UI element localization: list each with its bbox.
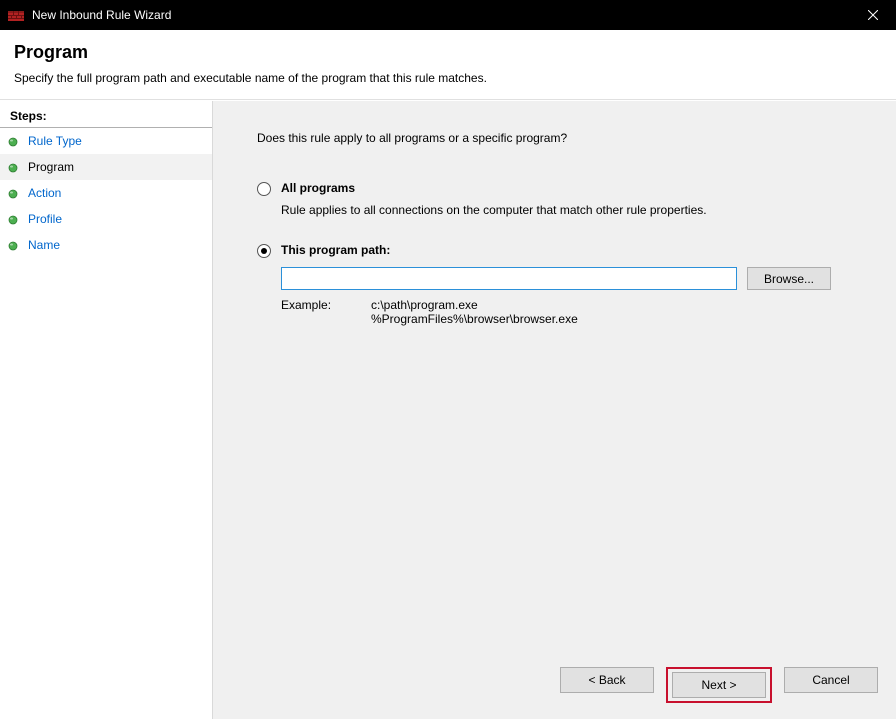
close-button[interactable] <box>850 0 896 30</box>
option-all-programs-row[interactable]: All programs <box>257 181 866 199</box>
step-profile[interactable]: Profile <box>0 206 212 232</box>
cancel-button[interactable]: Cancel <box>784 667 878 693</box>
option-program-path-label: This program path: <box>281 243 866 257</box>
option-program-path-row[interactable]: This program path: <box>257 243 866 261</box>
page-subtitle: Specify the full program path and execut… <box>14 71 882 85</box>
step-label: Name <box>28 238 60 252</box>
radio-program-path[interactable] <box>257 244 271 258</box>
step-label: Profile <box>28 212 62 226</box>
example-label: Example: <box>281 298 371 326</box>
option-all-programs-desc: Rule applies to all connections on the c… <box>281 203 866 217</box>
wizard-content: Does this rule apply to all programs or … <box>213 101 896 719</box>
program-path-input[interactable] <box>281 267 737 290</box>
next-button-highlight: Next > <box>666 667 772 703</box>
page-title: Program <box>14 42 882 63</box>
example-value: c:\path\program.exe %ProgramFiles%\brows… <box>371 298 578 326</box>
window-title: New Inbound Rule Wizard <box>32 8 850 22</box>
bullet-icon <box>8 214 18 224</box>
step-rule-type[interactable]: Rule Type <box>0 128 212 154</box>
step-label: Action <box>28 186 61 200</box>
wizard-footer-buttons: < Back Next > Cancel <box>560 667 878 703</box>
bullet-icon <box>8 188 18 198</box>
step-label: Rule Type <box>28 134 82 148</box>
titlebar: New Inbound Rule Wizard <box>0 0 896 30</box>
bullet-icon <box>8 240 18 250</box>
next-button[interactable]: Next > <box>672 672 766 698</box>
back-button[interactable]: < Back <box>560 667 654 693</box>
wizard-header: Program Specify the full program path an… <box>0 30 896 100</box>
steps-sidebar: Steps: Rule Type Program Action Profile <box>0 101 213 719</box>
step-name[interactable]: Name <box>0 232 212 258</box>
steps-heading: Steps: <box>0 105 212 128</box>
radio-all-programs[interactable] <box>257 182 271 196</box>
step-label: Program <box>28 160 74 174</box>
content-question: Does this rule apply to all programs or … <box>257 131 866 145</box>
bullet-icon <box>8 136 18 146</box>
browse-button[interactable]: Browse... <box>747 267 831 290</box>
firewall-icon <box>8 7 24 23</box>
step-action[interactable]: Action <box>0 180 212 206</box>
option-all-programs-label: All programs <box>281 181 866 195</box>
bullet-icon <box>8 162 18 172</box>
close-icon <box>868 10 878 20</box>
step-program[interactable]: Program <box>0 154 212 180</box>
